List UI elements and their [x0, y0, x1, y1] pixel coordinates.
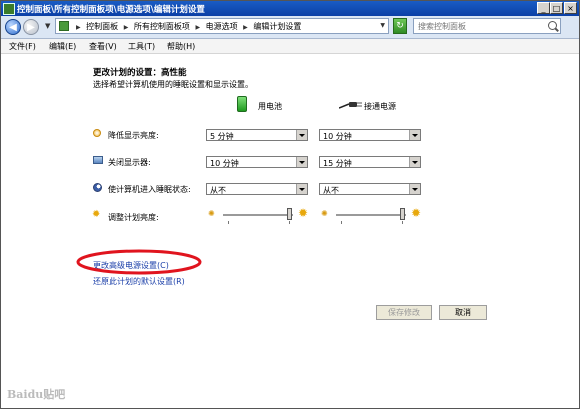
dim-display-icon — [93, 129, 101, 137]
address-bar[interactable]: ▶ 控制面板 ▶ 所有控制面板项 ▶ 电源选项 ▶ 编辑计划设置 ▼ — [55, 18, 389, 34]
chevron-down-icon[interactable] — [296, 157, 307, 167]
cancel-button[interactable]: 取消 — [439, 305, 487, 320]
sleep-plugged-select[interactable]: 从不 — [319, 183, 421, 195]
sleep-moon-icon — [93, 183, 102, 192]
forward-button[interactable]: ▶ — [23, 19, 39, 35]
turn-off-display-battery-select[interactable]: 10 分钟 — [206, 156, 308, 168]
select-value: 15 分钟 — [323, 159, 352, 168]
breadcrumb-separator-icon: ▶ — [76, 24, 81, 31]
back-button[interactable]: ◀ — [5, 19, 21, 35]
brightness-high-icon: ✹ — [298, 206, 309, 220]
breadcrumb-item-edit-plan[interactable]: 编辑计划设置 — [253, 22, 301, 31]
search-box[interactable] — [413, 18, 561, 34]
setting-label-sleep: 使计算机进入睡眠状态: — [108, 185, 191, 194]
breadcrumb-separator-icon[interactable]: ▶ — [195, 24, 200, 31]
refresh-button[interactable]: ↻ — [393, 18, 407, 34]
address-toolbar: ◀ ▶ ▼ ▶ 控制面板 ▶ 所有控制面板项 ▶ 电源选项 ▶ 编辑计划设置 ▼… — [1, 16, 579, 39]
breadcrumb-item-power-options[interactable]: 电源选项 — [206, 22, 238, 31]
plugged-column-label: 接通电源 — [364, 102, 396, 111]
content-pane: 更改计划的设置：高性能 选择希望计算机使用的睡眠设置和显示设置。 用电池 接通电… — [1, 54, 579, 408]
monitor-icon — [93, 156, 103, 164]
select-value: 5 分钟 — [210, 132, 234, 141]
brightness-battery-slider[interactable] — [287, 208, 292, 220]
control-panel-icon — [59, 21, 69, 31]
slider-tick — [341, 221, 342, 224]
setting-label-dim-display: 降低显示亮度: — [108, 131, 159, 140]
dim-display-battery-select[interactable]: 5 分钟 — [206, 129, 308, 141]
menu-tools[interactable]: 工具(T) — [128, 41, 155, 52]
page-title: 更改计划的设置：高性能 — [93, 68, 187, 78]
breadcrumb-item-all-items[interactable]: 所有控制面板项 — [134, 22, 190, 31]
search-input[interactable] — [416, 20, 548, 32]
battery-icon — [237, 96, 247, 112]
select-value: 10 分钟 — [210, 159, 239, 168]
main-window: 控制面板\所有控制面板项\电源选项\编辑计划设置 _ □ × ◀ ▶ ▼ ▶ 控… — [0, 0, 580, 409]
select-value: 从不 — [323, 186, 339, 195]
menu-bar: 文件(F) 编辑(E) 查看(V) 工具(T) 帮助(H) — [1, 39, 579, 54]
minimize-button[interactable]: _ — [537, 2, 550, 14]
chevron-down-icon[interactable] — [409, 130, 420, 140]
window-title: 控制面板\所有控制面板项\电源选项\编辑计划设置 — [17, 5, 205, 15]
highlight-ellipse — [76, 249, 202, 275]
recent-pages-dropdown-icon[interactable]: ▼ — [45, 22, 50, 30]
slider-tick — [289, 221, 290, 224]
breadcrumb-separator-icon[interactable]: ▶ — [124, 24, 129, 31]
menu-view[interactable]: 查看(V) — [89, 41, 117, 52]
setting-label-turn-off-display: 关闭显示器: — [108, 158, 151, 167]
save-changes-button[interactable]: 保存修改 — [376, 305, 432, 320]
address-dropdown-icon[interactable]: ▼ — [380, 22, 385, 29]
close-button[interactable]: × — [564, 2, 577, 14]
brightness-battery-track — [223, 214, 293, 217]
refresh-icon: ↻ — [396, 21, 404, 31]
menu-help[interactable]: 帮助(H) — [167, 41, 195, 52]
baidu-watermark: Baidu贴吧 — [7, 388, 66, 401]
chevron-down-icon[interactable] — [296, 130, 307, 140]
search-icon[interactable] — [548, 21, 557, 30]
dim-display-plugged-select[interactable]: 10 分钟 — [319, 129, 421, 141]
control-panel-icon — [3, 3, 15, 15]
power-plug-icon — [338, 101, 363, 109]
brightness-low-icon: ✺ — [321, 209, 328, 218]
battery-column-label: 用电池 — [258, 102, 282, 111]
setting-label-brightness: 调整计划亮度: — [108, 213, 159, 222]
plan-description: 选择希望计算机使用的睡眠设置和显示设置。 — [93, 80, 253, 89]
brightness-plugged-slider[interactable] — [400, 208, 405, 220]
turn-off-display-plugged-select[interactable]: 15 分钟 — [319, 156, 421, 168]
menu-file[interactable]: 文件(F) — [9, 41, 36, 52]
select-value: 从不 — [210, 186, 226, 195]
slider-tick — [402, 221, 403, 224]
brightness-sun-icon: ✹ — [92, 209, 101, 220]
chevron-down-icon[interactable] — [409, 184, 420, 194]
chevron-down-icon[interactable] — [409, 157, 420, 167]
slider-tick — [228, 221, 229, 224]
title-bar[interactable]: 控制面板\所有控制面板项\电源选项\编辑计划设置 _ □ × — [1, 1, 579, 16]
restore-defaults-link[interactable]: 还原此计划的默认设置(R) — [93, 276, 185, 287]
chevron-down-icon[interactable] — [296, 184, 307, 194]
select-value: 10 分钟 — [323, 132, 352, 141]
breadcrumb-separator-icon[interactable]: ▶ — [243, 24, 248, 31]
brightness-low-icon: ✺ — [208, 209, 215, 218]
breadcrumb: ▶ 控制面板 ▶ 所有控制面板项 ▶ 电源选项 ▶ 编辑计划设置 — [73, 21, 301, 32]
maximize-button[interactable]: □ — [550, 2, 563, 14]
breadcrumb-item-control-panel[interactable]: 控制面板 — [86, 22, 118, 31]
brightness-high-icon: ✹ — [411, 206, 422, 220]
menu-edit[interactable]: 编辑(E) — [49, 41, 76, 52]
brightness-plugged-track — [336, 214, 406, 217]
sleep-battery-select[interactable]: 从不 — [206, 183, 308, 195]
